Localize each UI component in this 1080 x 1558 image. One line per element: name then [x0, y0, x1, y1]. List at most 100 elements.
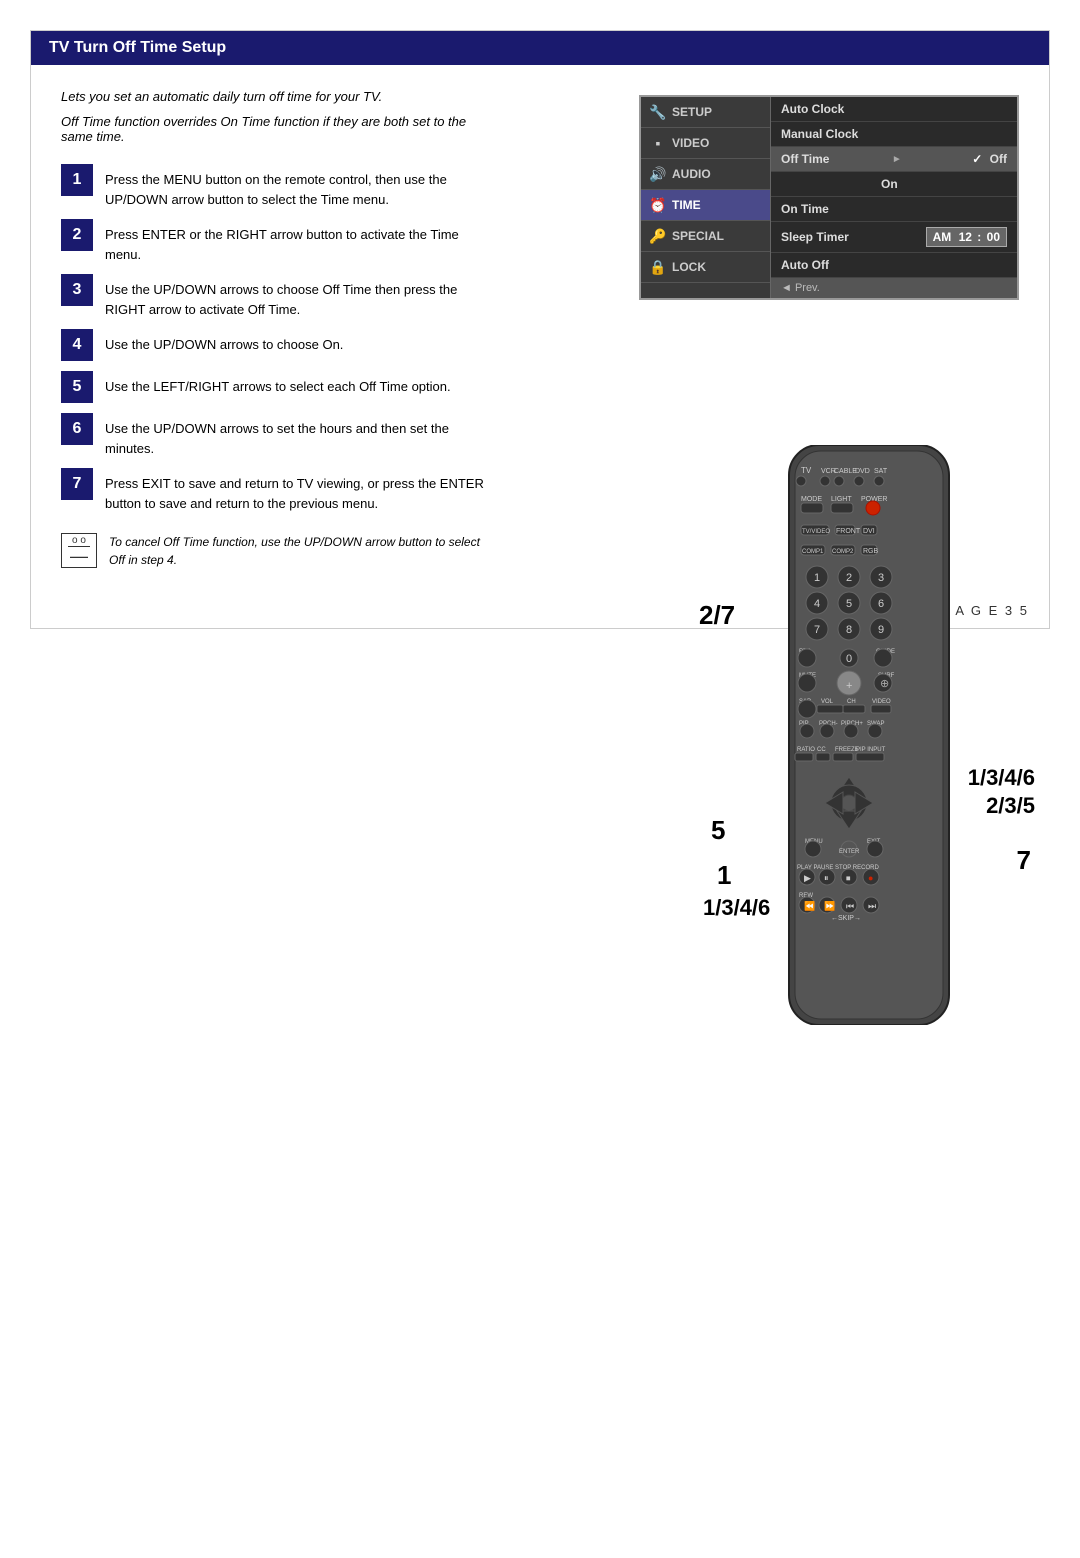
step-num-2: 2	[61, 219, 93, 251]
remote-label-1346: 1/3/4/6	[699, 895, 774, 921]
svg-text:VIDEO: VIDEO	[872, 699, 891, 705]
step-text-3: Use the UP/DOWN arrows to choose Off Tim…	[105, 274, 491, 319]
time-hour: 12	[959, 230, 972, 244]
lock-icon: 🔒	[649, 258, 667, 276]
setup-icon: 🔧	[649, 103, 667, 121]
svg-text:⊕: ⊕	[880, 678, 889, 690]
step-num-6: 6	[61, 413, 93, 445]
time-icon: ⏰	[649, 196, 667, 214]
on-value: On	[881, 177, 898, 191]
menu-auto-clock: Auto Clock	[771, 97, 1017, 122]
special-icon: 🔑	[649, 227, 667, 245]
remote-label-2345: 2/3/5	[982, 793, 1039, 819]
step-3: 3 Use the UP/DOWN arrows to choose Off T…	[61, 274, 491, 319]
auto-clock-label: Auto Clock	[781, 102, 844, 116]
svg-text:LIGHT: LIGHT	[831, 496, 852, 503]
remote-label-7: 7	[1013, 845, 1035, 876]
svg-text:←SKIP→: ←SKIP→	[831, 915, 861, 922]
svg-text:+: +	[846, 680, 852, 692]
menu-item-video: ▪ VIDEO	[641, 128, 770, 159]
svg-text:MODE: MODE	[801, 496, 822, 503]
step-5: 5 Use the LEFT/RIGHT arrows to select ea…	[61, 371, 491, 403]
svg-text:6: 6	[878, 598, 884, 610]
svg-text:CC: CC	[817, 747, 826, 753]
svg-text:VOL: VOL	[821, 699, 834, 705]
step-num-5: 5	[61, 371, 93, 403]
step-num-1: 1	[61, 164, 93, 196]
step-1: 1 Press the MENU button on the remote co…	[61, 164, 491, 209]
sleep-timer-label: Sleep Timer	[781, 230, 849, 244]
svg-text:SAT: SAT	[874, 468, 888, 475]
step-text-5: Use the LEFT/RIGHT arrows to select each…	[105, 371, 451, 397]
audio-label: AUDIO	[672, 167, 711, 181]
time-label: TIME	[672, 198, 701, 212]
remote-label-27: 2/7	[699, 600, 735, 631]
svg-text:TV: TV	[801, 466, 812, 475]
menu-off-time: Off Time ► ✓ Off	[771, 147, 1017, 172]
on-time-label: On Time	[781, 202, 829, 216]
tv-menu-left: 🔧 SETUP ▪ VIDEO 🔊 AUDIO ⏰ TIME	[641, 97, 771, 298]
tv-menu: 🔧 SETUP ▪ VIDEO 🔊 AUDIO ⏰ TIME	[639, 95, 1019, 300]
step-num-3: 3	[61, 274, 93, 306]
svg-text:CABLE: CABLE	[834, 468, 857, 475]
svg-text:⏪: ⏪	[804, 900, 815, 911]
off-time-label: Off Time	[781, 152, 829, 166]
step-text-2: Press ENTER or the RIGHT arrow button to…	[105, 219, 491, 264]
svg-text:ENTER: ENTER	[839, 849, 860, 855]
note-icon: o o —	[61, 533, 97, 568]
menu-auto-off: Auto Off	[771, 253, 1017, 278]
time-minutes: 00	[987, 230, 1000, 244]
auto-off-label: Auto Off	[781, 258, 829, 272]
remote-label-1: 1	[713, 860, 735, 891]
tv-menu-right: Auto Clock Manual Clock Off Time ► ✓ Off…	[771, 97, 1017, 298]
svg-text:DVD: DVD	[855, 468, 870, 475]
step-text-6: Use the UP/DOWN arrows to set the hours …	[105, 413, 491, 458]
lock-label: LOCK	[672, 260, 706, 274]
svg-text:⏭: ⏭	[868, 901, 876, 911]
menu-item-setup: 🔧 SETUP	[641, 97, 770, 128]
step-7: 7 Press EXIT to save and return to TV vi…	[61, 468, 491, 513]
svg-text:5: 5	[846, 598, 852, 610]
menu-item-special: 🔑 SPECIAL	[641, 221, 770, 252]
svg-text:COMP1: COMP1	[802, 549, 824, 555]
svg-text:FRONT: FRONT	[836, 528, 861, 535]
step-text-7: Press EXIT to save and return to TV view…	[105, 468, 491, 513]
menu-on-time: On Time	[771, 197, 1017, 222]
menu-prev-nav: ◄ Prev.	[771, 278, 1017, 298]
video-label: VIDEO	[672, 136, 709, 150]
svg-text:CH: CH	[847, 699, 856, 705]
svg-text:⏩: ⏩	[824, 900, 835, 911]
menu-sleep-timer: Sleep Timer AM 12 : 00	[771, 222, 1017, 253]
svg-text:7: 7	[814, 624, 820, 636]
setup-label: SETUP	[672, 105, 712, 119]
svg-text:9: 9	[878, 624, 884, 636]
intro-line1: Lets you set an automatic daily turn off…	[61, 89, 481, 104]
svg-text:PIP INPUT: PIP INPUT	[856, 747, 886, 753]
note-box: o o — To cancel Off Time function, use t…	[61, 533, 491, 569]
svg-text:TV/VIDEO: TV/VIDEO	[802, 529, 830, 535]
remote-control-area: TV VCR CABLE DVD SAT MODE LIGHT POWER	[699, 425, 1039, 1075]
tv-menu-ui: 🔧 SETUP ▪ VIDEO 🔊 AUDIO ⏰ TIME	[639, 95, 1019, 300]
svg-text:⏸: ⏸	[824, 873, 829, 883]
step-2: 2 Press ENTER or the RIGHT arrow button …	[61, 219, 491, 264]
prev-label: ◄ Prev.	[781, 282, 820, 294]
audio-icon: 🔊	[649, 165, 667, 183]
svg-text:0: 0	[846, 653, 852, 665]
steps-list: 1 Press the MENU button on the remote co…	[61, 164, 491, 513]
note-text: To cancel Off Time function, use the UP/…	[109, 533, 491, 569]
step-num-4: 4	[61, 329, 93, 361]
svg-text:COMP2: COMP2	[832, 549, 854, 555]
page-header: TV Turn Off Time Setup	[31, 31, 1049, 65]
content-area: Lets you set an automatic daily turn off…	[31, 65, 1049, 593]
svg-text:⏮: ⏮	[846, 901, 854, 911]
time-colon: :	[977, 230, 981, 244]
time-am: AM	[933, 230, 952, 244]
svg-text:RATIO: RATIO	[797, 747, 815, 753]
step-text-1: Press the MENU button on the remote cont…	[105, 164, 491, 209]
svg-text:2: 2	[846, 572, 852, 584]
right-arrow-icon: ►	[892, 154, 902, 165]
page-title: TV Turn Off Time Setup	[49, 39, 226, 56]
svg-text:RGB: RGB	[863, 548, 879, 555]
remote-label-5: 5	[707, 815, 729, 846]
svg-text:▶: ▶	[804, 873, 811, 883]
